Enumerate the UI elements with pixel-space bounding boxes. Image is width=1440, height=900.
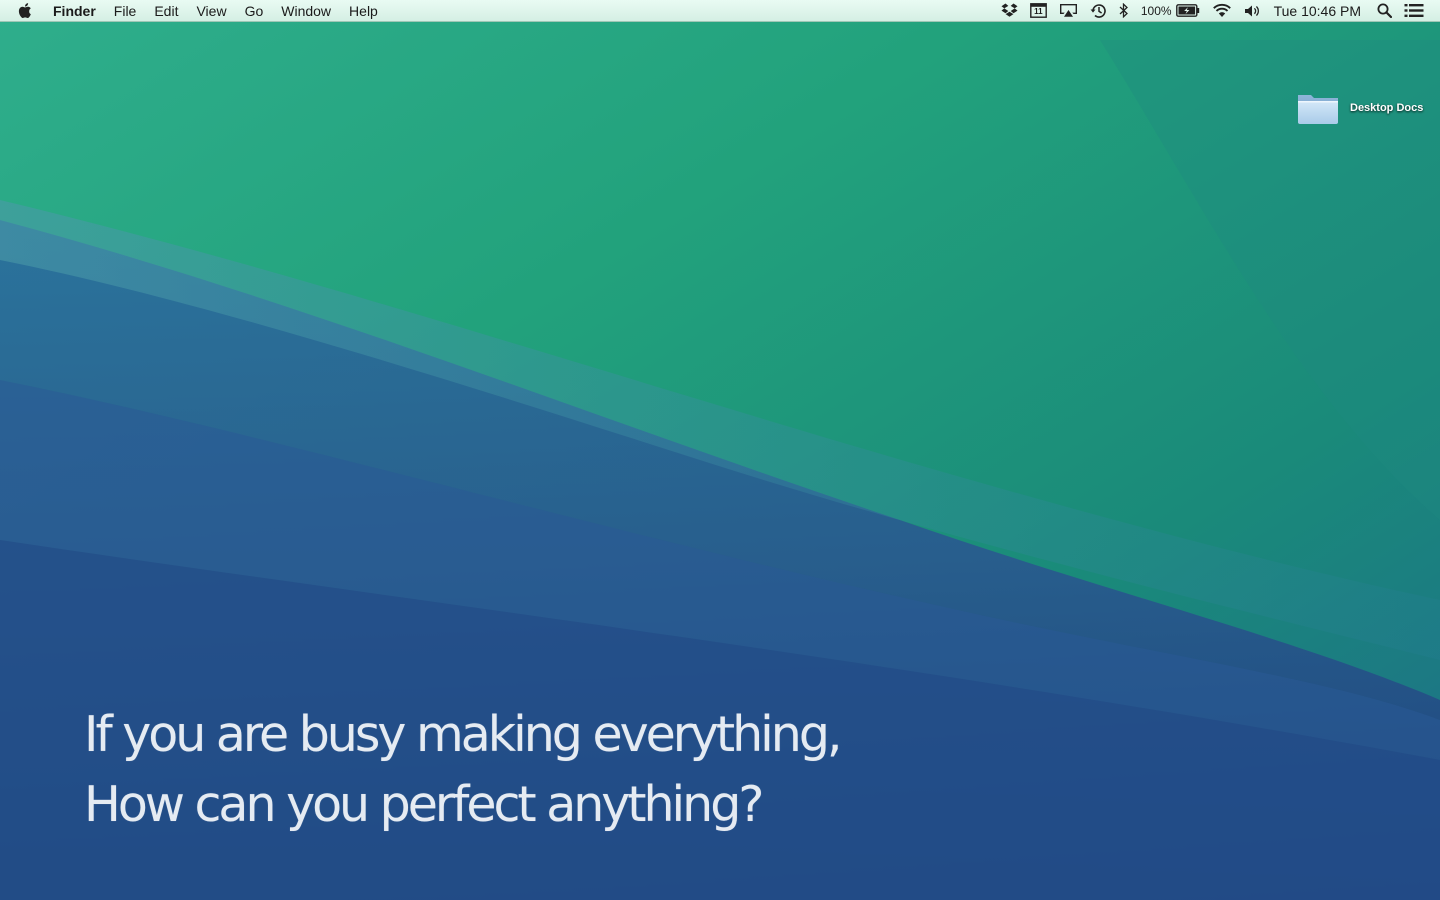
- desktop-folder-item[interactable]: Desktop Docs: [1296, 88, 1426, 128]
- menu-window[interactable]: Window: [272, 0, 340, 22]
- desktop[interactable]: Finder File Edit View Go Window Help 11: [0, 0, 1440, 900]
- bluetooth-icon[interactable]: [1119, 0, 1129, 22]
- wifi-icon[interactable]: [1212, 0, 1232, 22]
- menu-bar-left: Finder File Edit View Go Window Help: [0, 0, 387, 22]
- menu-bar-status-area: 11 100% Tue 10:46 PM: [995, 0, 1440, 22]
- quote-line-2: How can you perfect anything?: [84, 776, 764, 833]
- battery-status[interactable]: 100%: [1141, 0, 1200, 22]
- menu-help[interactable]: Help: [340, 0, 387, 22]
- wallpaper-quote: If you are busy making everything, How c…: [84, 700, 984, 840]
- menu-bar-clock[interactable]: Tue 10:46 PM: [1274, 3, 1361, 19]
- dropbox-icon[interactable]: [1001, 0, 1018, 22]
- folder-icon: [1298, 95, 1338, 124]
- notification-center-icon[interactable]: [1404, 0, 1424, 22]
- spotlight-icon[interactable]: [1377, 0, 1392, 22]
- calendar-day-label: 11: [1034, 6, 1043, 16]
- menu-app-name[interactable]: Finder: [53, 0, 105, 22]
- calendar-icon[interactable]: 11: [1029, 0, 1047, 22]
- time-machine-icon[interactable]: [1090, 0, 1107, 22]
- battery-icon: [1175, 4, 1199, 17]
- apple-menu-icon[interactable]: [18, 2, 34, 20]
- menu-file[interactable]: File: [105, 0, 146, 22]
- desktop-folder-label: Desktop Docs: [1350, 102, 1424, 114]
- quote-line-1: If you are busy making everything,: [84, 706, 843, 763]
- menu-go[interactable]: Go: [236, 0, 273, 22]
- volume-icon[interactable]: [1244, 0, 1260, 22]
- menu-view[interactable]: View: [187, 0, 235, 22]
- menu-edit[interactable]: Edit: [145, 0, 187, 22]
- menu-bar: Finder File Edit View Go Window Help 11: [0, 0, 1440, 22]
- airplay-icon[interactable]: [1059, 0, 1078, 22]
- battery-percent-label: 100%: [1140, 3, 1172, 18]
